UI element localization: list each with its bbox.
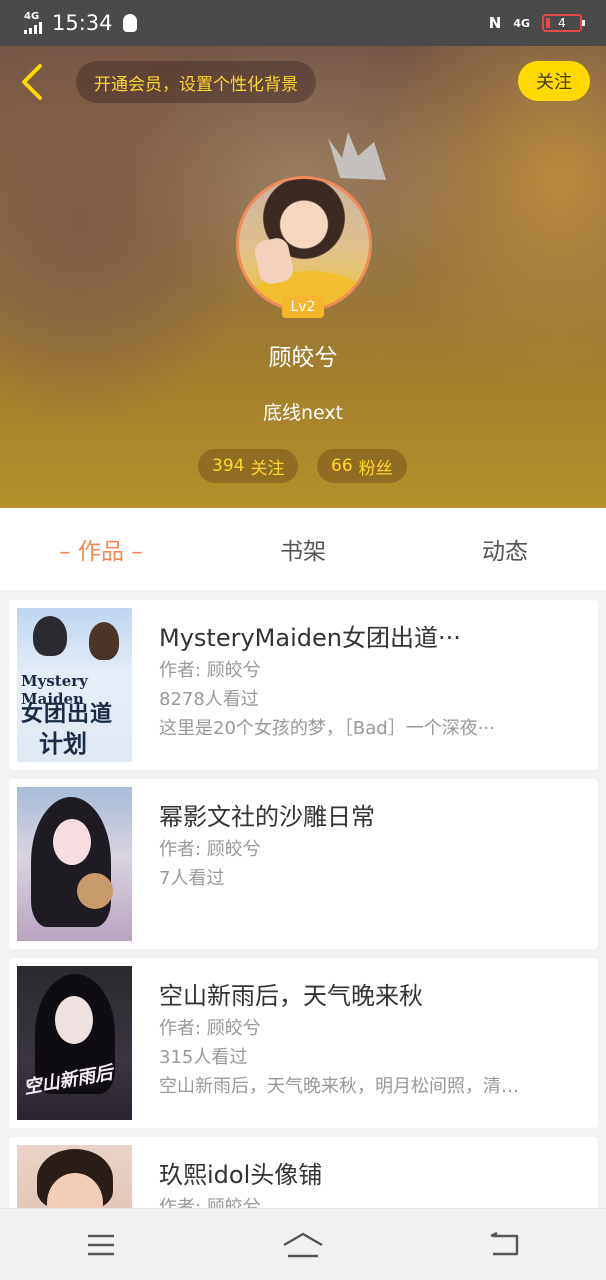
book-views: 7人看过 (159, 868, 225, 889)
book-summary: 这里是20个女孩的梦，［Bad］一个深夜··· (159, 718, 495, 739)
book-title: 幂影文社的沙雕日常 (159, 803, 375, 831)
fans-label: 粉丝 (358, 458, 393, 479)
level-badge: Lv2 (282, 296, 324, 318)
battery-icon: 4 (542, 14, 585, 32)
book-title: 玖熙idol头像铺 (159, 1161, 323, 1189)
book-cover: Mystery Maiden 女团出道 计划 (17, 608, 132, 762)
following-label: 关注 (250, 458, 285, 479)
book-author: 作者: 顾皎兮 (159, 839, 261, 860)
network-4g-icon: 4G (513, 16, 530, 30)
following-count: 394 (212, 456, 245, 476)
book-card[interactable]: Mystery Maiden 女团出道 计划 MysteryMaiden女团出道… (9, 600, 598, 770)
tab-activity[interactable]: 动态 (404, 532, 606, 566)
menu-icon (88, 1234, 114, 1255)
book-summary: 空山新雨后，天气晚来秋，明月松间照，清… (159, 1076, 519, 1097)
book-card[interactable]: 幂影文社的沙雕日常 作者: 顾皎兮 7人看过 (9, 779, 598, 949)
menu-button[interactable] (71, 1220, 131, 1270)
tab-works[interactable]: – 作品 – (0, 532, 202, 566)
user-signature: 底线next (262, 402, 344, 424)
nickname: 顾皎兮 (268, 345, 338, 371)
book-views: 315人看过 (159, 1047, 248, 1068)
system-nav-bar (0, 1208, 606, 1280)
back-button[interactable] (18, 62, 48, 102)
book-author: 作者: 顾皎兮 (159, 1018, 261, 1039)
chevron-left-icon (22, 64, 42, 100)
cover-subtitle: 计划 (39, 729, 87, 758)
book-views: 8278人看过 (159, 689, 259, 710)
book-title: MysteryMaiden女团出道··· (159, 624, 461, 652)
profile-tabs: – 作品 – 书架 动态 (0, 508, 606, 590)
follow-button-label: 关注 (536, 72, 572, 93)
signal-icon: 4G (24, 12, 42, 34)
fans-count: 66 (331, 456, 353, 476)
follow-button[interactable]: 关注 (518, 61, 590, 101)
vip-banner-text: 开通会员，设置个性化背景 (94, 74, 298, 95)
book-card[interactable]: 空山新雨后 空山新雨后，天气晚来秋 作者: 顾皎兮 315人看过 空山新雨后，天… (9, 958, 598, 1128)
home-button[interactable] (273, 1220, 333, 1270)
clock: 15:34 (52, 11, 113, 35)
book-cover: 空山新雨后 (17, 966, 132, 1120)
book-list: Mystery Maiden 女团出道 计划 MysteryMaiden女团出道… (9, 600, 598, 1280)
network-type: 4G (24, 11, 40, 22)
nfc-icon: N (488, 14, 502, 32)
return-icon (490, 1231, 519, 1255)
avatar[interactable] (236, 176, 372, 312)
qq-icon (122, 14, 137, 32)
tab-bookshelf[interactable]: 书架 (202, 532, 404, 566)
book-title: 空山新雨后，天气晚来秋 (159, 982, 423, 1010)
profile-header: 4G 15:34 N 4G 4 开通会员，设置个性化背景 关注 Lv2 顾皎兮 … (0, 0, 606, 508)
book-cover (17, 787, 132, 941)
vip-background-banner[interactable]: 开通会员，设置个性化背景 (76, 61, 316, 103)
level-text: Lv2 (290, 299, 316, 315)
battery-level: 4 (558, 16, 566, 30)
following-count-button[interactable]: 394 关注 (198, 449, 299, 483)
status-bar: 4G 15:34 N 4G 4 (0, 0, 606, 46)
fans-count-button[interactable]: 66 粉丝 (317, 449, 407, 483)
crown-icon (328, 132, 386, 180)
book-author: 作者: 顾皎兮 (159, 660, 261, 681)
home-icon (283, 1232, 323, 1257)
return-button[interactable] (475, 1220, 535, 1270)
